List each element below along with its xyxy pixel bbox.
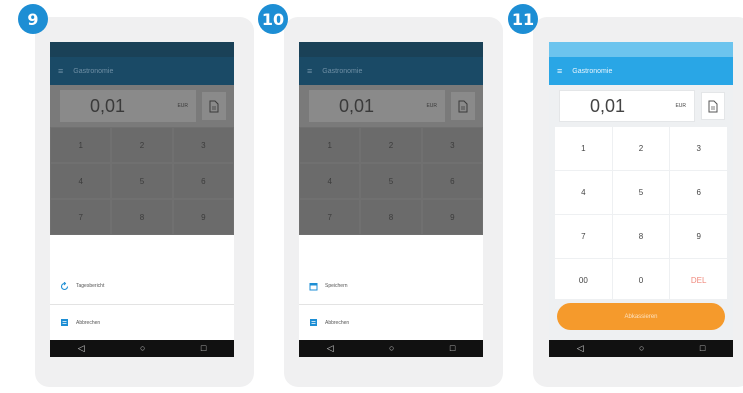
key-9[interactable]: 9 — [421, 199, 483, 235]
sheet-item-label: Abbrechen — [325, 319, 350, 326]
key-5[interactable]: 5 — [111, 163, 173, 199]
document-icon[interactable] — [202, 92, 226, 120]
currency-label: EUR — [177, 103, 188, 109]
key-7[interactable]: 7 — [555, 215, 612, 258]
key-2[interactable]: 2 — [111, 127, 173, 163]
key-8[interactable]: 8 — [360, 199, 422, 235]
sheet-item-save[interactable]: Speichern — [299, 268, 483, 304]
currency-label: EUR — [426, 103, 437, 109]
refresh-icon — [60, 281, 69, 291]
sheet-item-cancel[interactable]: Abbrechen — [50, 304, 234, 340]
sheet-item-label: Speichern — [325, 283, 348, 289]
key-5[interactable]: 5 — [612, 171, 670, 214]
nav-bar: ◁ ○ □ — [299, 340, 483, 357]
amount-value: 0,01 — [339, 95, 375, 116]
key-8[interactable]: 8 — [111, 199, 173, 235]
key-4[interactable]: 4 — [555, 171, 612, 214]
key-2[interactable]: 2 — [360, 127, 422, 163]
recents-icon[interactable]: □ — [201, 344, 206, 353]
amount-field: 0,01 EUR — [309, 90, 445, 122]
sheet-item-report[interactable]: Tagesbericht — [50, 268, 234, 304]
key-1[interactable]: 1 — [299, 127, 361, 163]
amount-value: 0,01 — [90, 95, 126, 116]
pay-button[interactable]: Abkassieren — [557, 303, 725, 330]
phone-screen-11: ≡ Gastronomie 0,01 EUR 1 2 3 4 5 6 7 8 9… — [549, 42, 733, 357]
keypad: 1 2 3 4 5 6 7 8 9 00 0 DEL — [549, 127, 733, 302]
status-bar — [549, 42, 733, 57]
bottom-sheet: Speichern Abbrechen — [299, 268, 483, 340]
step-badge-9: 9 — [18, 4, 48, 34]
key-0[interactable]: 0 — [612, 259, 670, 302]
key-6[interactable]: 6 — [670, 171, 727, 214]
keypad: 1 2 3 4 5 6 7 8 9 — [50, 127, 234, 235]
step-badge-11: 11 — [508, 4, 538, 34]
key-3[interactable]: 3 — [421, 127, 483, 163]
key-7[interactable]: 7 — [299, 199, 361, 235]
menu-icon[interactable]: ≡ — [58, 66, 63, 76]
key-9[interactable]: 9 — [670, 215, 727, 258]
key-6[interactable]: 6 — [172, 163, 234, 199]
amount-display: 0,01 EUR — [50, 85, 234, 127]
menu-icon[interactable]: ≡ — [557, 66, 562, 76]
key-3[interactable]: 3 — [670, 127, 727, 170]
pay-area: Abkassieren — [549, 299, 733, 340]
recents-icon[interactable]: □ — [450, 344, 455, 353]
document-icon — [60, 318, 69, 327]
bottom-sheet: Tagesbericht Abbrechen — [50, 268, 234, 340]
calendar-icon — [309, 282, 318, 291]
amount-value: 0,01 — [590, 95, 626, 116]
key-00[interactable]: 00 — [555, 259, 612, 302]
back-icon[interactable]: ◁ — [577, 344, 584, 353]
document-icon[interactable] — [451, 92, 475, 120]
phone-screen-10: ≡ Gastronomie 0,01 EUR 1 2 3 4 5 6 7 8 9… — [299, 42, 483, 357]
nav-bar: ◁ ○ □ — [549, 340, 733, 357]
delete-key[interactable]: DEL — [670, 259, 727, 302]
nav-bar: ◁ ○ □ — [50, 340, 234, 357]
key-4[interactable]: 4 — [299, 163, 361, 199]
key-2[interactable]: 2 — [612, 127, 670, 170]
key-5[interactable]: 5 — [360, 163, 422, 199]
currency-label: EUR — [675, 103, 686, 109]
home-icon[interactable]: ○ — [639, 344, 644, 353]
key-3[interactable]: 3 — [172, 127, 234, 163]
app-title: Gastronomie — [322, 67, 363, 75]
key-1[interactable]: 1 — [50, 127, 112, 163]
sheet-item-label: Tagesbericht — [76, 283, 105, 289]
key-1[interactable]: 1 — [555, 127, 612, 170]
status-bar — [299, 42, 483, 57]
app-bar: ≡ Gastronomie — [299, 57, 483, 85]
sheet-item-cancel[interactable]: Abbrechen — [299, 304, 483, 340]
amount-display: 0,01 EUR — [299, 85, 483, 127]
key-6[interactable]: 6 — [421, 163, 483, 199]
app-bar: ≡ Gastronomie — [549, 57, 733, 85]
amount-field: 0,01 EUR — [559, 90, 695, 122]
step-badge-10: 10 — [258, 4, 288, 34]
app-title: Gastronomie — [572, 67, 613, 75]
app-title: Gastronomie — [73, 67, 114, 75]
sheet-item-label: Abbrechen — [76, 319, 101, 326]
key-7[interactable]: 7 — [50, 199, 112, 235]
key-4[interactable]: 4 — [50, 163, 112, 199]
phone-screen-9: ≡ Gastronomie 0,01 EUR 1 2 3 4 5 6 7 8 9… — [50, 42, 234, 357]
keypad: 1 2 3 4 5 6 7 8 9 — [299, 127, 483, 235]
home-icon[interactable]: ○ — [140, 344, 145, 353]
app-bar: ≡ Gastronomie — [50, 57, 234, 85]
key-8[interactable]: 8 — [612, 215, 670, 258]
back-icon[interactable]: ◁ — [327, 344, 334, 353]
home-icon[interactable]: ○ — [389, 344, 394, 353]
amount-display: 0,01 EUR — [549, 85, 733, 127]
back-icon[interactable]: ◁ — [78, 344, 85, 353]
key-9[interactable]: 9 — [172, 199, 234, 235]
menu-icon[interactable]: ≡ — [307, 66, 312, 76]
document-icon[interactable] — [701, 92, 725, 120]
document-icon — [309, 318, 318, 327]
status-bar — [50, 42, 234, 57]
amount-field: 0,01 EUR — [60, 90, 196, 122]
recents-icon[interactable]: □ — [700, 344, 705, 353]
